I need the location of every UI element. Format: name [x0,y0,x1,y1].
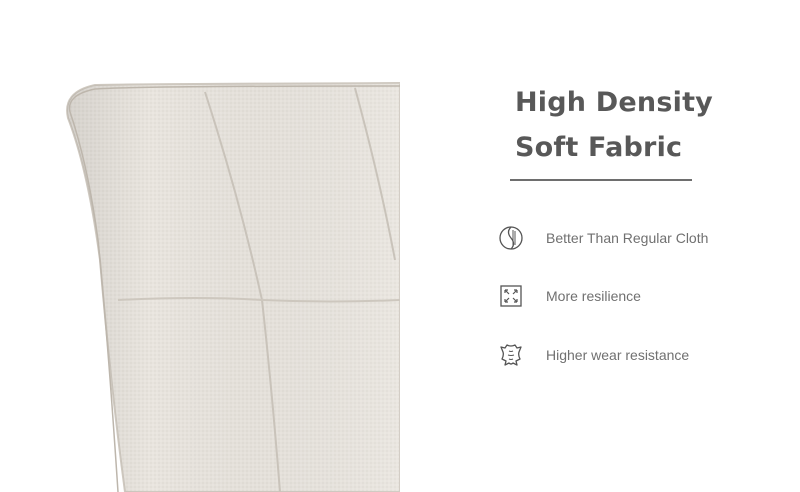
feature-item-wear: Higher wear resistance [497,340,689,370]
soft-cloth-icon [497,224,525,252]
fabric-chair-photo [0,0,400,492]
product-feature-page: High Density Soft Fabric Better Than Reg… [0,0,800,492]
feature-item-cloth: Better Than Regular Cloth [497,223,708,253]
feature-label-wear: Higher wear resistance [546,347,690,363]
leather-hide-icon [497,341,525,369]
headline-line-2: Soft Fabric [515,132,683,163]
resilience-icon [497,282,525,310]
feature-label-resilience: More resilience [546,288,641,304]
headline: High Density Soft Fabric [515,80,713,170]
feature-label-cloth: Better Than Regular Cloth [546,230,709,246]
title-divider [510,179,692,181]
feature-item-resilience: More resilience [497,281,641,311]
headline-line-1: High Density [515,87,713,118]
